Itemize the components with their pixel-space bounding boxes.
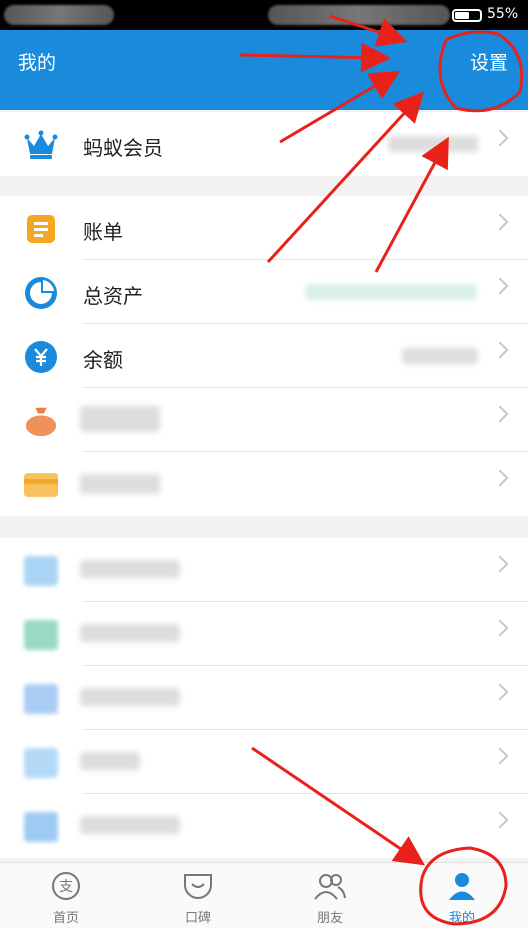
menu-group-services [0, 538, 528, 858]
status-redacted [268, 5, 450, 25]
redacted-value [305, 284, 477, 300]
menu-item-redacted-3[interactable] [0, 538, 528, 602]
redacted-label [80, 406, 160, 432]
home-pay-icon: 支 [51, 871, 81, 905]
profile-icon [446, 871, 478, 905]
chevron-right-icon [491, 747, 509, 765]
tab-friends[interactable]: 朋友 [264, 863, 396, 928]
menu-item-ant-member[interactable]: 蚂蚁会员 [0, 112, 528, 176]
chevron-right-icon [491, 555, 509, 573]
redacted-value [402, 348, 478, 364]
menu-item-balance[interactable]: 余额 [0, 324, 528, 388]
app-icon [24, 682, 58, 716]
settings-button[interactable]: 设置 [470, 48, 508, 75]
tab-label: 朋友 [316, 911, 343, 926]
app-header: 我的 设置 [0, 30, 528, 110]
menu-group-assets: 账单 总资产 余额 [0, 196, 528, 516]
menu-item-redacted-7[interactable] [0, 794, 528, 858]
redacted-label [80, 816, 180, 834]
menu-item-redacted-5[interactable] [0, 666, 528, 730]
tab-mine[interactable]: 我的 [396, 863, 528, 928]
menu-item-redacted-6[interactable] [0, 730, 528, 794]
chevron-right-icon [491, 683, 509, 701]
app-icon [24, 810, 58, 844]
carrier-redacted [4, 5, 114, 25]
menu-item-bill[interactable]: 账单 [0, 196, 528, 260]
menu-item-redacted-2[interactable] [0, 452, 528, 516]
redacted-label [80, 688, 180, 706]
bottom-tab-bar: 支 首页 口碑 朋友 我的 [0, 862, 528, 928]
money-bag-icon [24, 404, 58, 438]
chevron-right-icon [491, 129, 509, 147]
redacted-value [388, 136, 478, 152]
tab-koubei[interactable]: 口碑 [132, 863, 264, 928]
koubei-icon [182, 871, 214, 905]
battery-percent: 55% [487, 6, 519, 22]
chevron-right-icon [491, 469, 509, 487]
chevron-right-icon [491, 277, 509, 295]
chevron-right-icon [491, 619, 509, 637]
redacted-label [80, 752, 140, 770]
status-bar: 55% [0, 0, 528, 30]
menu-item-label: 总资产 [83, 284, 143, 308]
tab-label: 首页 [52, 911, 79, 926]
menu-item-label: 蚂蚁会员 [83, 136, 163, 160]
redacted-label [80, 624, 180, 642]
chevron-right-icon [491, 811, 509, 829]
app-icon [24, 554, 58, 588]
card-icon [24, 468, 58, 502]
menu-item-label: 账单 [83, 220, 123, 244]
svg-text:支: 支 [59, 879, 73, 895]
menu-item-total-assets[interactable]: 总资产 [0, 260, 528, 324]
redacted-label [80, 560, 180, 578]
chevron-right-icon [491, 405, 509, 423]
yuan-icon [24, 340, 58, 374]
bill-icon [24, 212, 58, 246]
chevron-right-icon [491, 213, 509, 231]
tab-label: 口碑 [184, 911, 211, 926]
redacted-label [80, 474, 160, 494]
battery-icon [452, 9, 482, 22]
chevron-right-icon [491, 341, 509, 359]
tab-home[interactable]: 支 首页 [0, 863, 132, 928]
menu-item-redacted-1[interactable] [0, 388, 528, 452]
page-title: 我的 [18, 52, 57, 74]
crown-icon [24, 128, 58, 162]
menu-item-redacted-4[interactable] [0, 602, 528, 666]
menu-group-membership: 蚂蚁会员 [0, 112, 528, 176]
app-icon [24, 746, 58, 780]
pie-chart-icon [24, 276, 58, 310]
friends-icon [312, 871, 348, 905]
menu-item-label: 余额 [83, 348, 123, 372]
app-icon [24, 618, 58, 652]
tab-label: 我的 [448, 911, 475, 926]
